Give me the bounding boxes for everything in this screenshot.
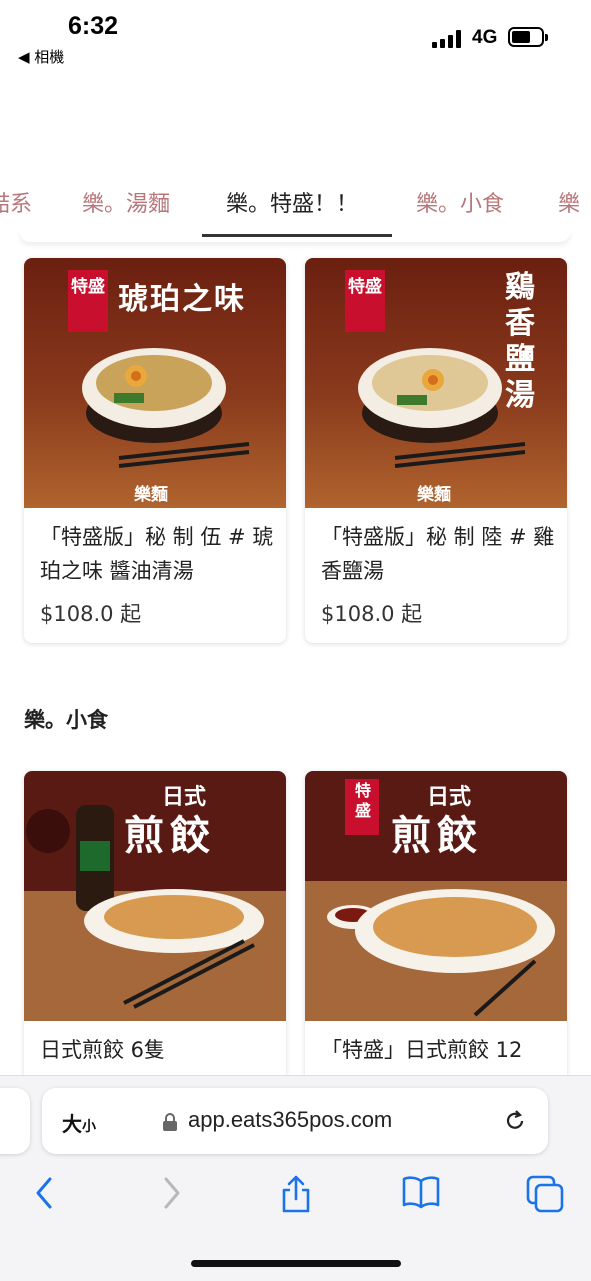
lock-icon xyxy=(163,1113,177,1131)
text-size-small: 小 xyxy=(82,1119,96,1135)
image-logo-text: 樂麵 xyxy=(417,485,451,505)
image-badge-text: 特盛 xyxy=(354,781,371,820)
image-badge-text: 特盛 xyxy=(348,277,382,297)
text-size-large: 大 xyxy=(62,1112,82,1136)
product-image: 日式 煎餃 xyxy=(24,771,286,1021)
text-size-button[interactable]: 大小 xyxy=(62,1108,96,1137)
network-type: 4G xyxy=(472,27,498,48)
product-name: 日式煎餃 6隻 xyxy=(40,1038,166,1062)
product-price: $108.0 起 xyxy=(321,602,423,626)
tab-next[interactable]: 樂 xyxy=(558,186,580,218)
active-tab-indicator xyxy=(202,234,392,237)
reload-icon[interactable] xyxy=(502,1108,528,1134)
url-text: app.eats365pos.com xyxy=(188,1107,393,1132)
battery-icon xyxy=(508,27,548,47)
product-card[interactable]: 特盛 日式 煎餃 「特盛」日式煎餃 12 xyxy=(305,771,567,1111)
product-price: $108.0 起 xyxy=(40,602,142,626)
product-name: 「特盛」日式煎餃 12 xyxy=(321,1038,523,1062)
product-image: 特盛 琥珀之味 樂麵 xyxy=(24,258,286,508)
product-card[interactable]: 日式 煎餃 日式煎餃 6隻 xyxy=(24,771,286,1111)
home-indicator[interactable] xyxy=(191,1260,401,1267)
image-title-text: 琥珀之味 xyxy=(118,282,246,317)
section-title-snacks: 樂。小食 xyxy=(24,708,108,732)
share-icon[interactable] xyxy=(280,1175,312,1213)
product-name: 「特盛版」秘 制 伍 # 琥珀之味 醬油清湯 xyxy=(40,525,274,583)
product-card[interactable]: 特盛 琥珀之味 樂麵 「特盛版」秘 制 伍 # 琥珀之味 醬油清湯 $108.0… xyxy=(24,258,286,643)
status-bar: 6:32 ◀ 相機 4G xyxy=(0,0,591,80)
bookmarks-icon[interactable] xyxy=(402,1175,440,1209)
product-image: 特盛 日式 煎餃 xyxy=(305,771,567,1021)
tab-snacks[interactable]: 樂。小食 xyxy=(416,186,504,218)
address-bar[interactable]: 大小 app.eats365pos.com xyxy=(42,1088,548,1154)
back-to-camera-link[interactable]: ◀ 相機 xyxy=(18,46,64,67)
previous-tab-preview[interactable] xyxy=(0,1088,30,1154)
clock: 6:32 xyxy=(68,12,119,40)
image-logo-text: 樂麵 xyxy=(134,485,168,505)
product-image: 特盛 鷄香鹽湯 樂麵 xyxy=(305,258,567,508)
cellular-signal-icon xyxy=(432,30,464,48)
tabs-icon[interactable] xyxy=(526,1175,564,1213)
image-title-text: 煎餃 xyxy=(391,813,483,859)
product-name: 「特盛版」秘 制 陸 # 雞香鹽湯 xyxy=(321,525,555,583)
tab-previous[interactable]: 喆系 xyxy=(0,186,32,218)
tab-tokusei[interactable]: 樂。特盛！！ xyxy=(226,186,358,218)
product-card[interactable]: 特盛 鷄香鹽湯 樂麵 「特盛版」秘 制 陸 # 雞香鹽湯 $108.0 起 xyxy=(305,258,567,643)
image-badge-text: 特盛 xyxy=(71,277,105,297)
image-title-text: 煎餃 xyxy=(124,813,216,859)
tab-soup-noodles[interactable]: 樂。湯麵 xyxy=(82,186,170,218)
forward-icon[interactable] xyxy=(160,1175,184,1211)
back-icon[interactable] xyxy=(32,1175,56,1211)
category-tabs: 喆系 樂。湯麵 樂。特盛！！ 樂。小食 樂 xyxy=(0,170,591,240)
image-title-text: 鷄香鹽湯 xyxy=(505,270,535,413)
